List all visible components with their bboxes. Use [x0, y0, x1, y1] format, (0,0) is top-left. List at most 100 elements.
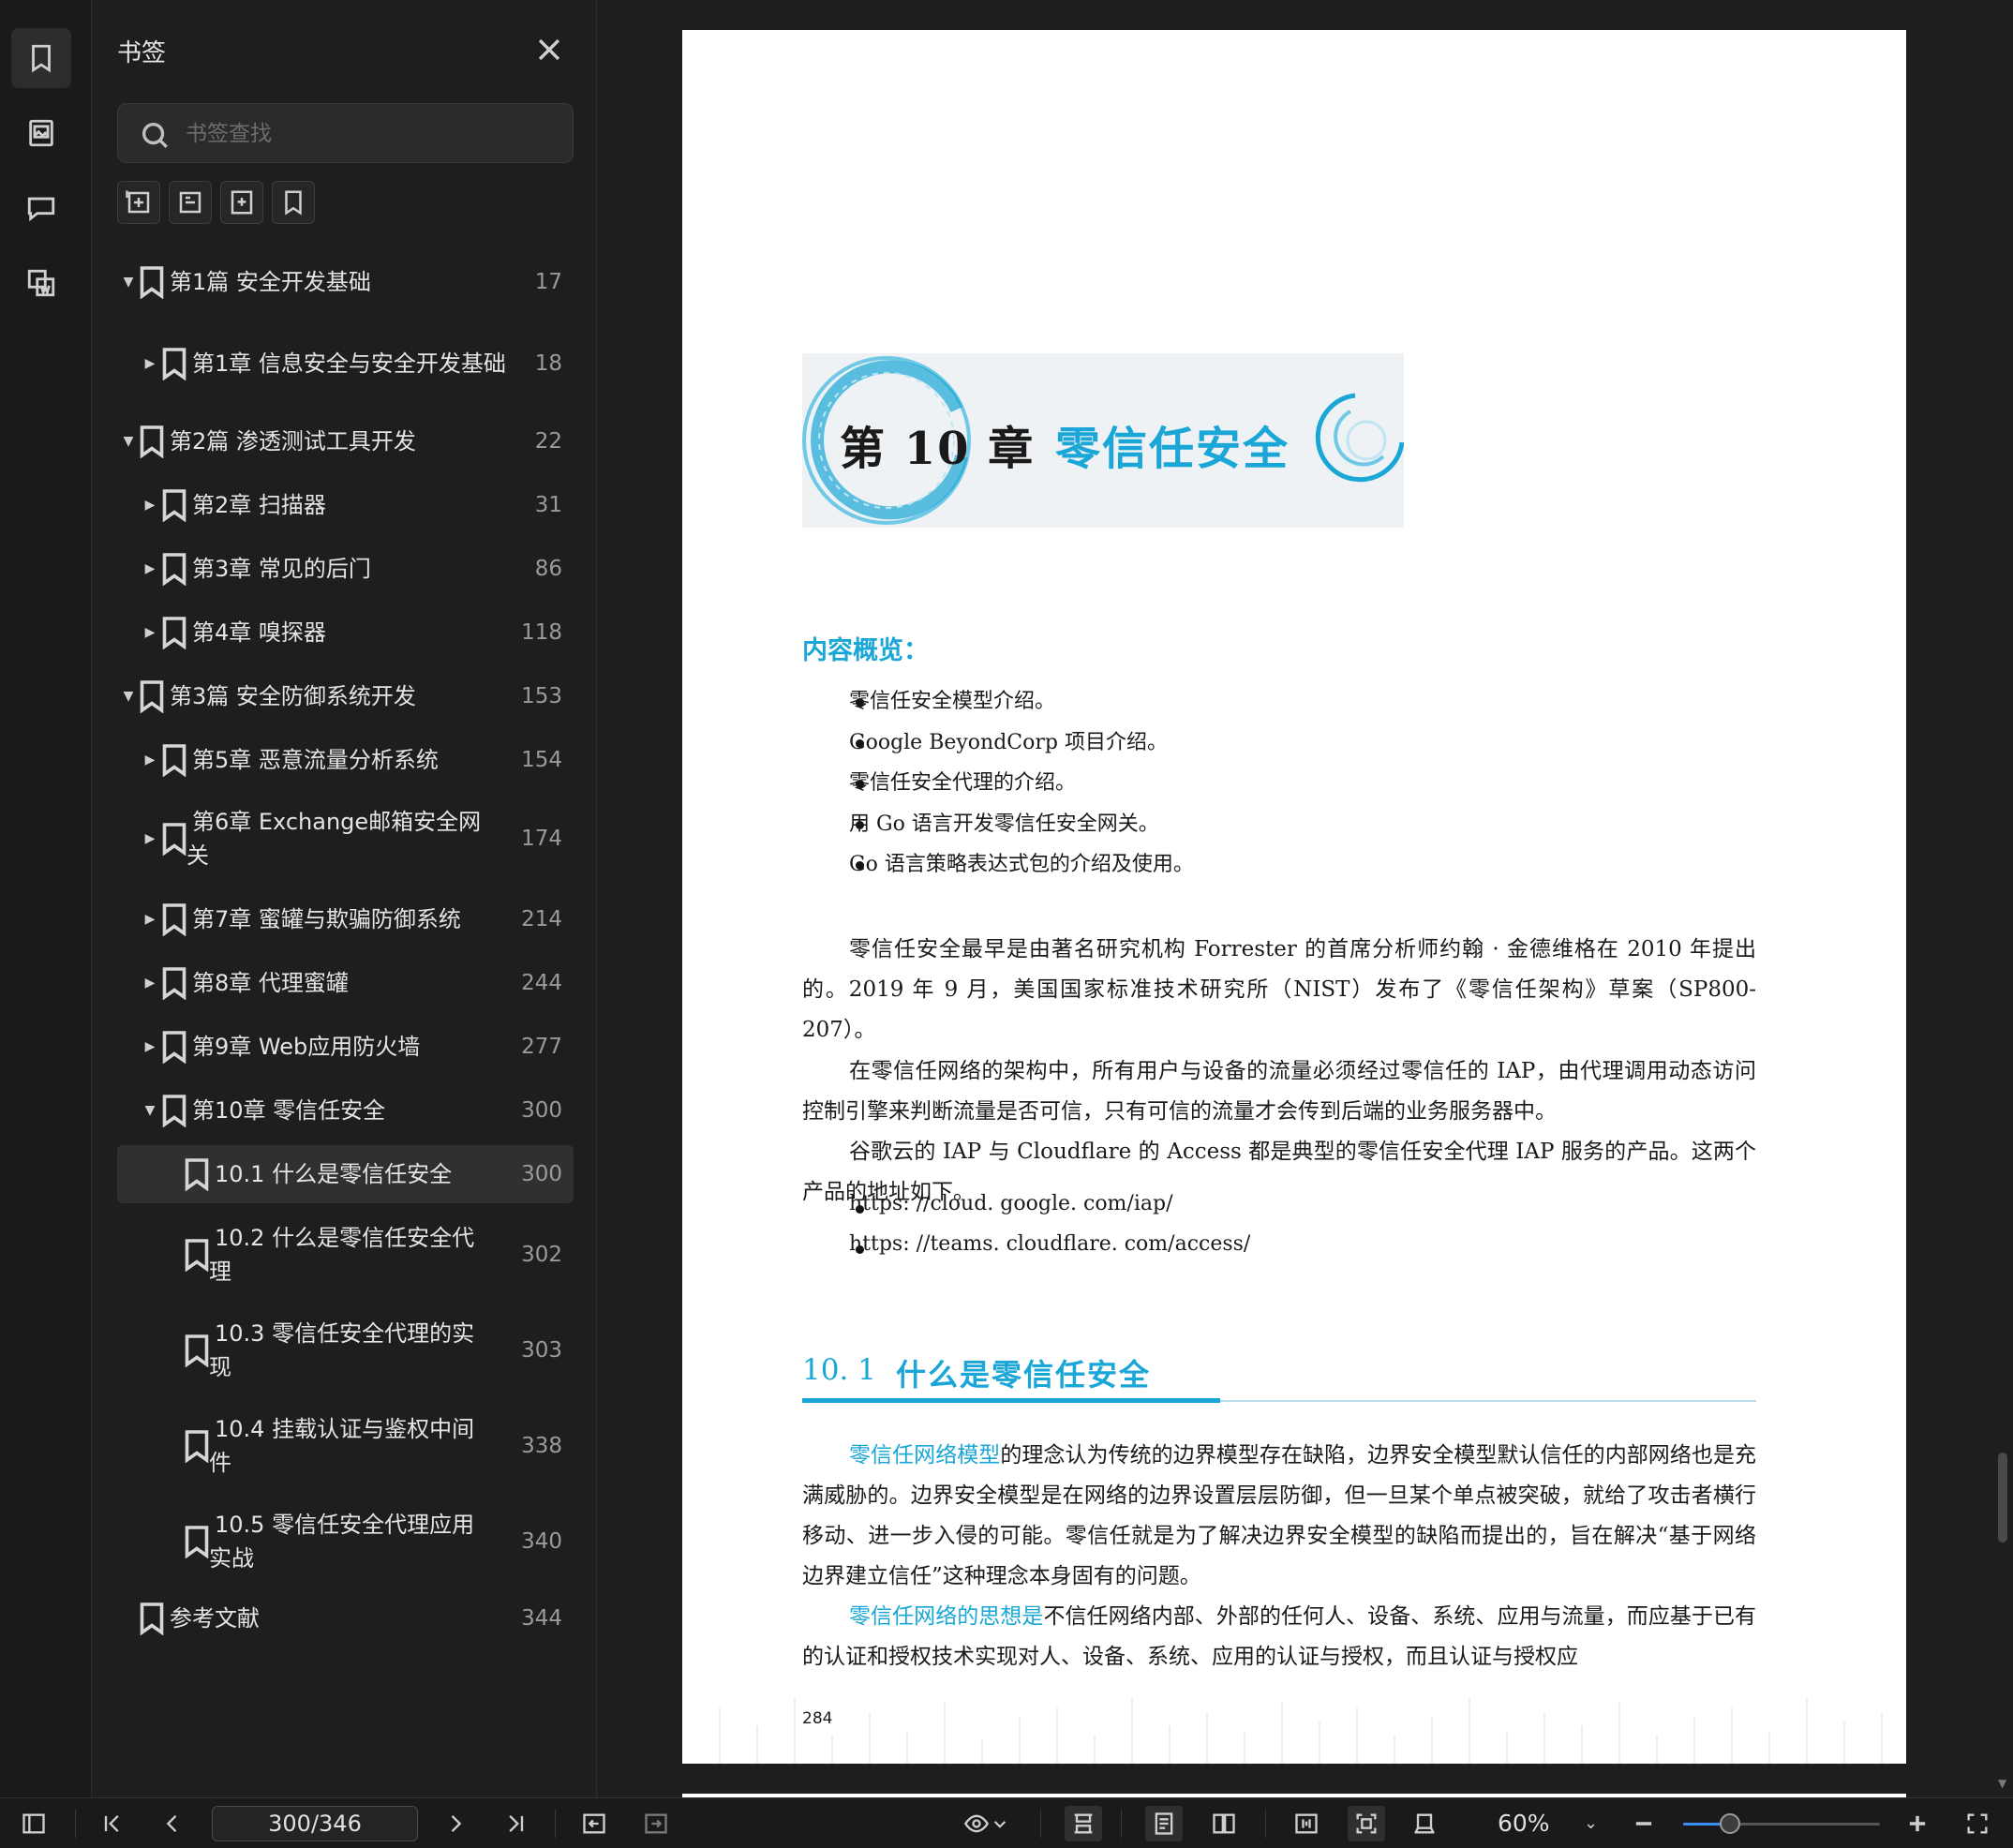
bookmark-icon	[160, 347, 188, 381]
bookmark-item[interactable]: ▶ 第1章 信息安全与安全开发基础 18	[117, 326, 574, 401]
comment-panel-icon[interactable]	[11, 178, 71, 238]
first-page-button[interactable]	[94, 1806, 131, 1841]
bookmark-item[interactable]: ▼ 第2篇 渗透测试工具开发 22	[117, 412, 574, 470]
caret-right-icon[interactable]: ▶	[142, 498, 157, 513]
previous-page-button[interactable]	[154, 1806, 191, 1841]
bookmark-item[interactable]: ▶ 第9章 Web应用防火墙 277	[117, 1018, 574, 1076]
overview-item: 用 Go 语言开发零信任安全网关。	[849, 812, 1159, 836]
bookmark-label: 第10章 零信任安全	[192, 1097, 386, 1124]
panel-title: 书签	[117, 39, 167, 67]
zoom-slider-handle[interactable]	[1720, 1813, 1741, 1834]
view-mode-dropdown[interactable]	[988, 1806, 1012, 1841]
fit-width-icon	[1295, 1813, 1318, 1834]
fit-page-button[interactable]	[1348, 1806, 1385, 1841]
vertical-scrollbar-thumb[interactable]	[1998, 1453, 2007, 1542]
toggle-sidebar-button[interactable]	[15, 1806, 52, 1841]
paragraph: 在零信任网络的架构中，所有用户与设备的流量必须经过零信任的 IAP，由代理调用动…	[802, 1059, 1756, 1124]
bookmark-item[interactable]: ▼ 第1篇 安全开发基础 17	[117, 253, 574, 311]
fullscreen-icon	[1967, 1813, 1988, 1834]
bookmark-label: 第6章 Exchange邮箱安全网	[192, 809, 482, 835]
bookmark-search[interactable]	[117, 103, 574, 163]
bookmark-page-number: 31	[534, 493, 562, 517]
caret-right-icon[interactable]: ▶	[142, 1039, 157, 1054]
document-viewport[interactable]: 第 10 章 零信任安全 内容概览： 零信任安全模型介绍。 Google Bey…	[598, 0, 2013, 1797]
fit-width-button[interactable]	[1288, 1806, 1325, 1841]
bookmark-item[interactable]: ▼ 第3篇 安全防御系统开发 153	[117, 667, 574, 725]
expand-all-button[interactable]	[117, 181, 160, 224]
paragraph: 零信任网络模型的理念认为传统的边界模型存在缺陷，边界安全模型默认信任的内部网络也…	[802, 1436, 1756, 1597]
fullscreen-button[interactable]	[1959, 1806, 1996, 1841]
bookmark-item[interactable]: ▶ 第3章 常见的后门 86	[117, 540, 574, 598]
bookmark-search-input[interactable]	[186, 113, 560, 155]
scroll-down-arrow-icon[interactable]: ▼	[1998, 1777, 2006, 1790]
bookmark-icon	[183, 1334, 211, 1368]
bookmark-toggle-button[interactable]	[272, 181, 315, 224]
add-bookmark-button[interactable]	[220, 181, 263, 224]
bookmark-item[interactable]: ▶ 第4章 嗅探器 118	[117, 604, 574, 662]
single-page-button[interactable]	[1145, 1806, 1183, 1841]
forward-arrow-icon	[645, 1813, 667, 1834]
back-button[interactable]	[575, 1806, 613, 1841]
caret-down-icon[interactable]: ▼	[121, 434, 136, 449]
zoom-in-button[interactable]	[1899, 1806, 1936, 1841]
bookmark-item[interactable]: 10.1 什么是零信任安全 300	[117, 1145, 574, 1203]
caret-right-icon[interactable]: ▶	[142, 625, 157, 640]
bookmark-label-wrap: 现	[209, 1354, 231, 1380]
close-icon[interactable]	[533, 34, 565, 66]
bookmark-item[interactable]: ▼ 第10章 零信任安全 300	[117, 1081, 574, 1140]
bookmark-label: 第8章 代理蜜罐	[192, 970, 349, 996]
bookmark-label: 10.3 零信任安全代理的实	[215, 1320, 475, 1347]
bookmark-item[interactable]: 10.5 零信任安全代理应用 实战 340	[117, 1498, 574, 1586]
zoom-slider[interactable]	[1683, 1823, 1880, 1826]
caret-right-icon[interactable]: ▶	[142, 356, 157, 371]
two-page-button[interactable]	[1205, 1806, 1243, 1841]
caret-right-icon[interactable]: ▶	[142, 561, 157, 576]
bookmark-item[interactable]: ▶ 第5章 恶意流量分析系统 154	[117, 731, 574, 789]
bookmark-page-number: 344	[521, 1606, 562, 1631]
bookmark-icon	[183, 1238, 211, 1273]
collapse-all-button[interactable]	[169, 181, 212, 224]
caret-down-icon[interactable]: ▼	[121, 275, 136, 290]
bookmark-item[interactable]: ▶ 第2章 扫描器 31	[117, 476, 574, 534]
caret-down-icon[interactable]: ▼	[121, 689, 136, 704]
bookmark-page-number: 174	[521, 827, 562, 851]
zoom-dropdown-icon[interactable]: ⌄	[1584, 1806, 1598, 1841]
thumbnail-panel-icon[interactable]	[11, 103, 71, 163]
bookmark-page-number: 153	[521, 684, 562, 708]
bookmark-label: 第4章 嗅探器	[192, 619, 326, 646]
bookmark-icon	[183, 1157, 211, 1192]
bookmark-item[interactable]: ▶ 第6章 Exchange邮箱安全网关 174	[117, 795, 574, 883]
bookmark-label: 第2篇 渗透测试工具开发	[170, 428, 416, 455]
forward-button[interactable]	[637, 1806, 675, 1841]
last-page-button[interactable]	[497, 1806, 534, 1841]
caret-right-icon[interactable]: ▶	[142, 976, 157, 991]
bookmark-panel-icon[interactable]	[11, 28, 71, 88]
bookmark-item[interactable]: 10.3 零信任安全代理的实现 303	[117, 1306, 574, 1394]
attachment-panel-icon[interactable]	[11, 253, 71, 313]
page-number-input[interactable]: 300/346	[212, 1806, 418, 1841]
back-arrow-icon	[583, 1813, 605, 1834]
bookmark-page-number: 22	[534, 429, 562, 454]
rotate-button[interactable]	[1406, 1806, 1443, 1841]
next-page-button[interactable]	[437, 1806, 474, 1841]
overview-heading: 内容概览：	[802, 636, 929, 665]
zoom-out-button[interactable]	[1625, 1806, 1663, 1841]
bookmark-icon	[160, 966, 188, 1001]
bookmark-icon	[138, 1602, 166, 1636]
caret-right-icon[interactable]: ▶	[142, 753, 157, 768]
bookmark-item[interactable]: 参考文献 344	[117, 1589, 574, 1647]
caret-right-icon[interactable]: ▶	[142, 831, 157, 846]
section-title: 什么是零信任安全	[896, 1357, 1152, 1393]
bookmark-item[interactable]: ▶ 第8章 代理蜜罐 244	[117, 954, 574, 1012]
bookmark-item[interactable]: 10.4 挂载认证与鉴权中间件 338	[117, 1402, 574, 1490]
sidebar-icon	[22, 1813, 45, 1834]
bookmark-item[interactable]: 10.2 什么是零信任安全代理 302	[117, 1211, 574, 1299]
bookmark-label: 第2章 扫描器	[192, 492, 326, 518]
caret-right-icon[interactable]: ▶	[142, 912, 157, 927]
zoom-level[interactable]: 60%	[1498, 1806, 1565, 1841]
bookmark-icon	[183, 1429, 211, 1464]
bookmark-item[interactable]: ▶ 第7章 蜜罐与欺骗防御系统 214	[117, 890, 574, 948]
caret-down-icon[interactable]: ▼	[142, 1103, 157, 1118]
plus-icon	[1909, 1815, 1926, 1832]
continuous-scroll-button[interactable]	[1065, 1806, 1102, 1841]
